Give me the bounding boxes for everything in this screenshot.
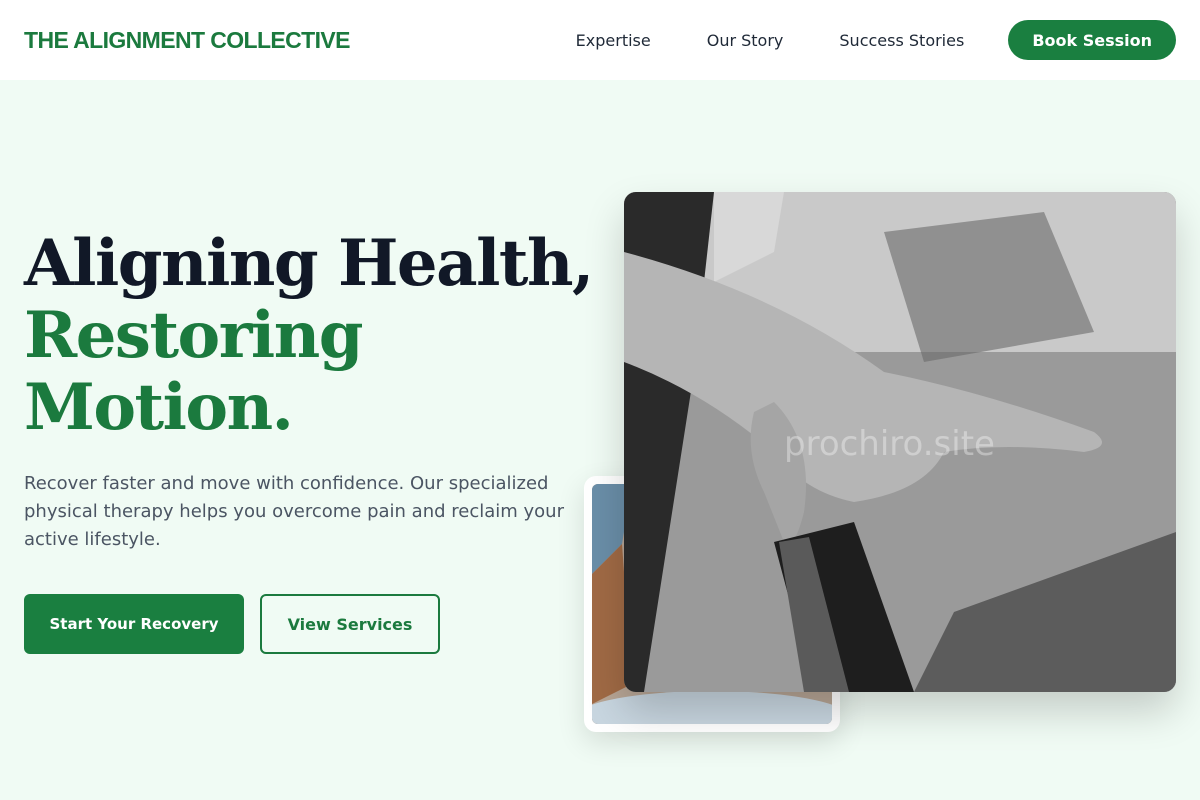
hero-title: Aligning Health, Restoring Motion. xyxy=(24,226,594,445)
nav-link-expertise[interactable]: Expertise xyxy=(576,31,651,50)
start-recovery-button[interactable]: Start Your Recovery xyxy=(24,594,244,654)
hero-subtitle: Recover faster and move with confidence.… xyxy=(24,473,564,550)
main-nav: Expertise Our Story Success Stories Book… xyxy=(576,20,1176,60)
nav-link-success-stories[interactable]: Success Stories xyxy=(839,31,964,50)
brand-logo[interactable]: THE ALIGNMENT COLLECTIVE xyxy=(24,27,351,54)
watermark-text: prochiro.site xyxy=(784,424,995,464)
site-header: THE ALIGNMENT COLLECTIVE Expertise Our S… xyxy=(0,0,1200,80)
hero-title-line-3: Motion. xyxy=(24,370,294,445)
hero-title-line-2: Restoring xyxy=(24,298,363,373)
book-session-button[interactable]: Book Session xyxy=(1008,20,1176,60)
hero-photo: prochiro.site xyxy=(624,192,1176,692)
view-services-button[interactable]: View Services xyxy=(260,594,440,654)
nav-link-our-story[interactable]: Our Story xyxy=(707,31,784,50)
hero-title-line-1: Aligning Health, xyxy=(24,226,594,301)
